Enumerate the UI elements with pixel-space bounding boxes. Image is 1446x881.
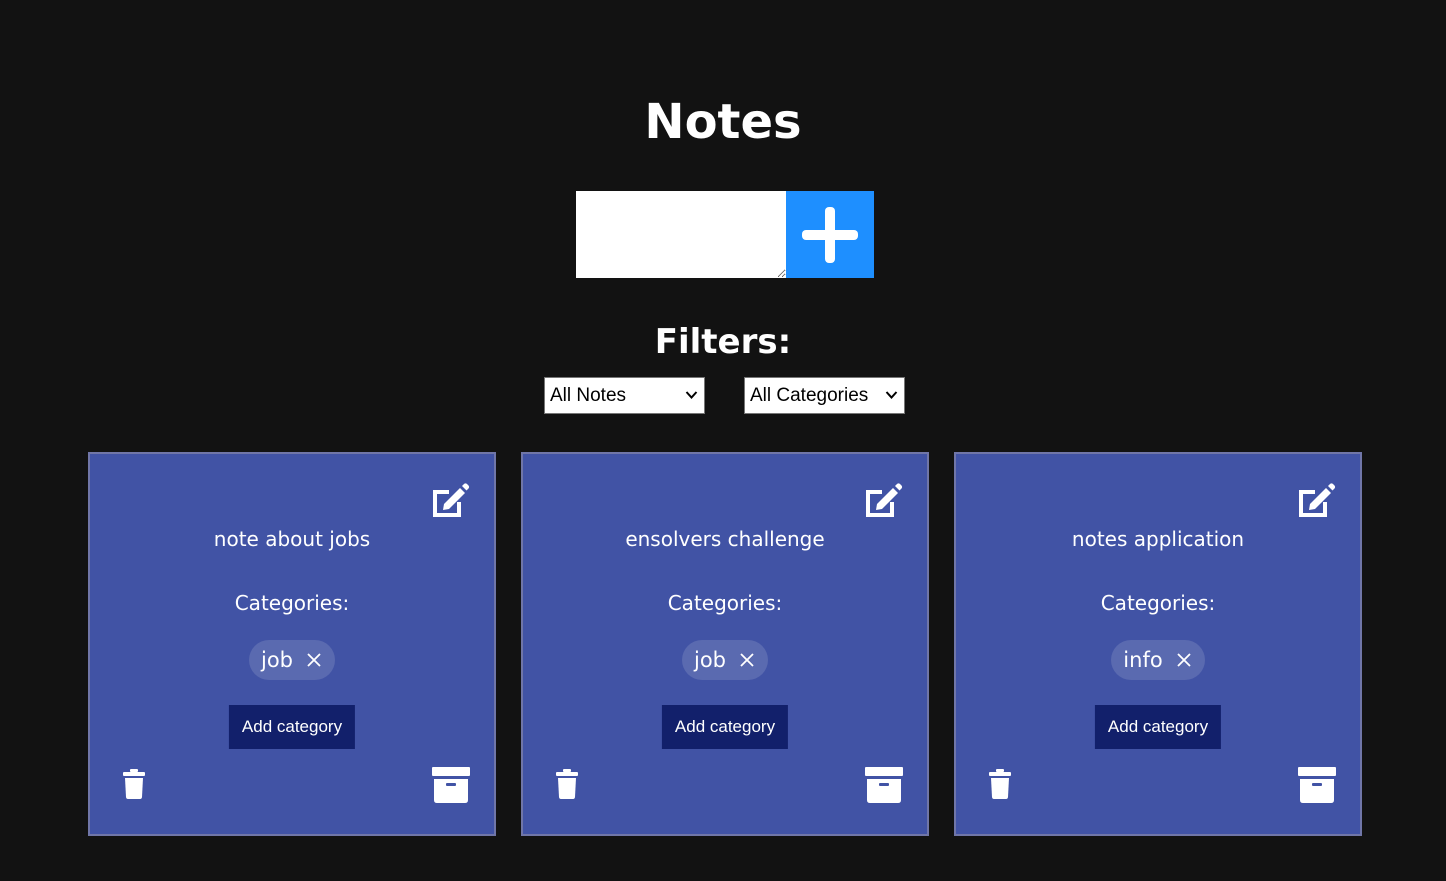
- category-chip-label: job: [693, 648, 726, 672]
- add-note-button[interactable]: [786, 191, 874, 278]
- close-icon[interactable]: [1177, 653, 1191, 667]
- categories-label: Categories:: [234, 591, 350, 615]
- close-icon[interactable]: [307, 653, 321, 667]
- category-list: job: [90, 640, 494, 680]
- add-category-button[interactable]: Add category: [1094, 705, 1222, 749]
- trash-icon[interactable]: [123, 769, 145, 799]
- status-filter-select[interactable]: All Notes: [544, 377, 705, 414]
- page-title: Notes: [644, 94, 802, 150]
- note-text: ensolvers challenge: [625, 527, 825, 551]
- notes-page: Notes Filters: All Notes All Categories …: [0, 0, 1446, 881]
- status-filter-value: All Notes: [550, 384, 627, 406]
- add-category-button[interactable]: Add category: [228, 705, 356, 749]
- add-category-button[interactable]: Add category: [661, 705, 789, 749]
- chevron-down-icon: [885, 391, 898, 399]
- edit-icon[interactable]: [1296, 482, 1336, 518]
- note-text: notes application: [1071, 527, 1245, 551]
- plus-icon: [802, 206, 858, 263]
- chevron-down-icon: [685, 391, 698, 399]
- category-chip: info: [1111, 640, 1205, 680]
- archive-icon[interactable]: [1298, 767, 1336, 803]
- note-card: ensolvers challenge Categories: job Add …: [521, 452, 929, 836]
- category-list: info: [956, 640, 1360, 680]
- close-icon[interactable]: [740, 653, 754, 667]
- trash-icon[interactable]: [989, 769, 1011, 799]
- category-chip: job: [681, 640, 768, 680]
- categories-label: Categories:: [1100, 591, 1216, 615]
- archive-icon[interactable]: [432, 767, 470, 803]
- new-note-form: [576, 191, 874, 278]
- category-list: job: [523, 640, 927, 680]
- note-text: note about jobs: [213, 527, 371, 551]
- archive-icon[interactable]: [865, 767, 903, 803]
- trash-icon[interactable]: [556, 769, 578, 799]
- category-chip-label: info: [1123, 648, 1163, 672]
- category-chip-label: job: [260, 648, 293, 672]
- categories-label: Categories:: [667, 591, 783, 615]
- new-note-textarea[interactable]: [576, 191, 786, 278]
- note-card: notes application Categories: info Add c…: [954, 452, 1362, 836]
- edit-icon[interactable]: [863, 482, 903, 518]
- filters-title: Filters:: [654, 322, 792, 362]
- category-filter-select[interactable]: All Categories: [744, 377, 905, 414]
- edit-icon[interactable]: [430, 482, 470, 518]
- note-card: note about jobs Categories: job Add cate…: [88, 452, 496, 836]
- category-filter-value: All Categories: [750, 384, 869, 406]
- category-chip: job: [248, 640, 335, 680]
